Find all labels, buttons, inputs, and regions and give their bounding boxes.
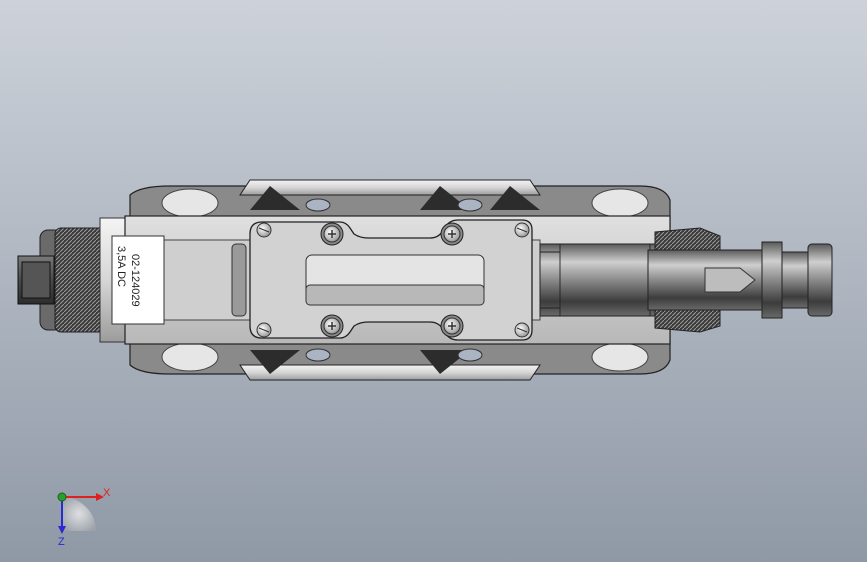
bolt-icon: [320, 222, 344, 246]
screw-icon: [256, 322, 272, 338]
screw-icon: [256, 222, 272, 238]
label-line1: 02-124029: [129, 254, 141, 307]
x-axis-label: X: [103, 487, 111, 499]
center-cover: [249, 219, 533, 341]
bolt-icon: [320, 314, 344, 338]
solenoid-label: 02-124029 3,5A DC: [111, 235, 165, 325]
right-solenoid: [539, 227, 833, 333]
y-axis-dot: [57, 492, 67, 502]
screw-icon: [514, 322, 530, 338]
cad-viewport[interactable]: 02-124029 3,5A DC X Z: [0, 0, 867, 562]
z-axis-label: Z: [58, 536, 65, 548]
bolt-icon: [440, 314, 464, 338]
label-line2: 3,5A DC: [115, 246, 127, 287]
model-view[interactable]: 02-124029 3,5A DC X Z: [0, 0, 867, 562]
coordinate-triad: X Z: [57, 487, 111, 548]
screw-icon: [514, 222, 530, 238]
bolt-icon: [440, 222, 464, 246]
